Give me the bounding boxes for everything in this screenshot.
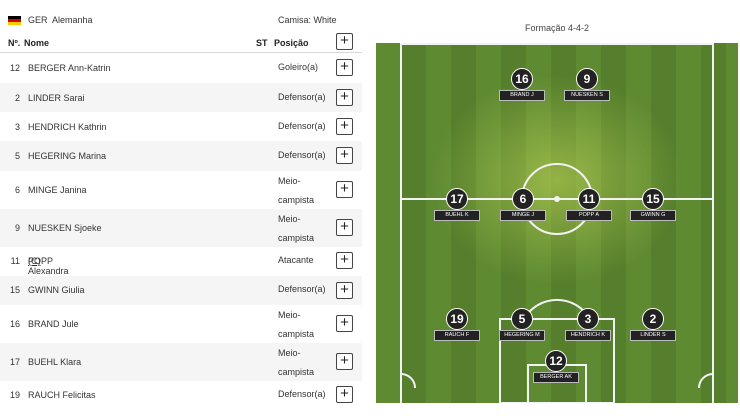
player-number-badge: 3 xyxy=(577,308,599,330)
player-name: HENDRICH Kathrin xyxy=(28,122,107,132)
player-name: BERGER Ann-Katrin xyxy=(28,63,111,73)
flag-stripe-gold xyxy=(8,22,21,25)
team-country: Alemanha xyxy=(52,15,93,25)
table-row[interactable]: 2 LINDER Sarai Defensor(a) + xyxy=(0,83,362,112)
player-number-badge: 5 xyxy=(511,308,533,330)
add-player-button[interactable]: + xyxy=(336,181,353,198)
player-name: GWINN Giulia xyxy=(28,285,85,295)
player-name-label: HENDRICH K xyxy=(565,330,611,341)
add-player-button[interactable]: + xyxy=(336,59,353,76)
player-position: Meio-campista xyxy=(278,176,315,205)
player-name-label: BRAND J xyxy=(499,90,545,101)
player-name-label: GWINN G xyxy=(630,210,676,221)
player-name: RAUCH Felicitas xyxy=(28,390,96,400)
table-row[interactable]: 5 HEGERING Marina Defensor(a) + xyxy=(0,141,362,171)
captain-badge: (C) xyxy=(28,256,41,266)
player-number: 2 xyxy=(14,93,20,103)
table-row[interactable]: 19 RAUCH Felicitas Defensor(a) + xyxy=(0,381,362,411)
player-name-label: NUESKEN S xyxy=(564,90,610,101)
add-player-button[interactable]: + xyxy=(336,315,353,332)
player-number: 19 xyxy=(9,390,20,400)
player-position: Defensor(a) xyxy=(278,121,326,131)
table-row[interactable]: 9 NUESKEN Sjoeke Meio-campista + xyxy=(0,209,362,247)
player-name-label: POPP A xyxy=(566,210,612,221)
player-name: LINDER Sarai xyxy=(28,93,85,103)
player-number: 12 xyxy=(9,63,20,73)
football-pitch: 16 BRAND J 9 NUESKEN S 17 BUEHL K 6 MING… xyxy=(376,43,738,403)
player-position: Defensor(a) xyxy=(278,150,326,160)
player-position: Defensor(a) xyxy=(278,284,326,294)
player-name: HEGERING Marina xyxy=(28,151,107,161)
player-number: 17 xyxy=(9,357,20,367)
lineup-panel: GER Alemanha Camisa: White Nº. Nome ST P… xyxy=(0,0,362,416)
player-name: BUEHL Klara xyxy=(28,357,82,367)
team-code: GER xyxy=(28,15,48,25)
table-row[interactable]: 15 GWINN Giulia Defensor(a) + xyxy=(0,276,362,305)
player-number: 3 xyxy=(14,122,20,132)
add-player-button[interactable]: + xyxy=(336,118,353,135)
col-position: Posição xyxy=(274,38,309,48)
player-name-label: BERGER AK xyxy=(533,372,579,383)
player-position: Meio-campista xyxy=(278,348,315,377)
corner-arc-left xyxy=(400,373,416,389)
player-number: 11 xyxy=(10,256,20,266)
player-name-label: BUEHL K xyxy=(434,210,480,221)
player-position: Goleiro(a) xyxy=(278,62,319,72)
player-number-badge: 6 xyxy=(512,188,534,210)
add-player-button[interactable]: + xyxy=(336,219,353,236)
player-position: Defensor(a) xyxy=(278,389,326,399)
team-header: GER Alemanha Camisa: White xyxy=(6,13,356,27)
col-number: Nº. xyxy=(8,38,21,48)
player-name-label: RAUCH F xyxy=(434,330,480,341)
table-row[interactable]: 6 MINGE Janina Meio-campista + xyxy=(0,171,362,209)
player-position: Meio-campista xyxy=(278,214,315,243)
player-number: 9 xyxy=(14,223,20,233)
player-number-badge: 11 xyxy=(578,188,600,210)
center-spot xyxy=(554,196,560,202)
table-row[interactable]: 17 BUEHL Klara Meio-campista + xyxy=(0,343,362,381)
player-name: BRAND Jule xyxy=(28,319,79,329)
team-name: GER Alemanha xyxy=(28,15,93,25)
player-number-badge: 12 xyxy=(545,350,567,372)
player-name-label: LINDER S xyxy=(630,330,676,341)
add-player-button[interactable]: + xyxy=(336,89,353,106)
player-number-badge: 19 xyxy=(446,308,468,330)
table-row[interactable]: 3 HENDRICH Kathrin Defensor(a) + xyxy=(0,112,362,141)
player-number: 6 xyxy=(14,185,20,195)
add-player-button[interactable]: + xyxy=(336,252,353,269)
player-number-badge: 17 xyxy=(446,188,468,210)
germany-flag-icon xyxy=(8,16,21,25)
table-row[interactable]: 12 BERGER Ann-Katrin Goleiro(a) + xyxy=(0,53,362,83)
pitch-lines xyxy=(400,43,714,403)
player-number-badge: 2 xyxy=(642,308,664,330)
corner-arc-right xyxy=(698,373,714,389)
player-number-badge: 16 xyxy=(511,68,533,90)
player-name-label: MINGE J xyxy=(500,210,546,221)
player-position: Atacante xyxy=(278,255,314,265)
table-row[interactable]: 11 POPP Alexandra (C) Atacante + xyxy=(0,247,362,276)
formation-title: Formação 4-4-2 xyxy=(524,23,590,33)
add-player-button[interactable]: + xyxy=(336,386,353,403)
player-name-label: HEGERING M xyxy=(499,330,545,341)
table-row[interactable]: 16 BRAND Jule Meio-campista + xyxy=(0,305,362,343)
player-name: NUESKEN Sjoeke xyxy=(28,223,102,233)
player-name: MINGE Janina xyxy=(28,185,87,195)
player-position: Defensor(a) xyxy=(278,92,326,102)
shirt-color: Camisa: White xyxy=(278,15,337,25)
add-all-button[interactable]: + xyxy=(336,33,353,50)
table-header: Nº. Nome ST Posição + xyxy=(0,32,362,53)
player-number: 16 xyxy=(9,319,20,329)
add-player-button[interactable]: + xyxy=(336,147,353,164)
player-number: 5 xyxy=(14,151,20,161)
player-number: 15 xyxy=(9,285,20,295)
player-position: Meio-campista xyxy=(278,310,315,339)
col-name: Nome xyxy=(24,38,50,48)
add-player-button[interactable]: + xyxy=(336,282,353,299)
add-player-button[interactable]: + xyxy=(336,353,353,370)
player-number-badge: 9 xyxy=(576,68,598,90)
col-st: ST xyxy=(256,38,268,48)
player-number-badge: 15 xyxy=(642,188,664,210)
